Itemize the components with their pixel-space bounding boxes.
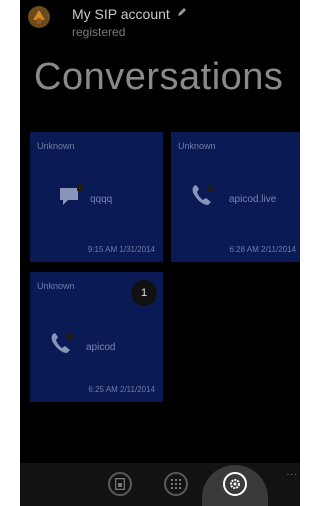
- settings-icon: [230, 479, 240, 489]
- settings-button[interactable]: [223, 472, 247, 496]
- phone-icon: [51, 333, 73, 353]
- phone-icon: [192, 185, 214, 205]
- tile-label: apicod: [86, 342, 116, 353]
- tile-label: apicod.live: [229, 194, 277, 205]
- dialpad-icon: [171, 479, 181, 489]
- unread-badge: 1: [131, 280, 157, 306]
- tile-timestamp: 9:15 AM 1/31/2014: [87, 245, 155, 254]
- tile-contact: Unknown: [178, 141, 216, 151]
- contacts-button[interactable]: [108, 472, 132, 496]
- account-header[interactable]: My SIP account registered: [20, 0, 300, 44]
- pencil-icon[interactable]: [177, 7, 187, 17]
- account-name: My SIP account: [72, 6, 170, 22]
- tile-timestamp: 6:25 AM 2/11/2014: [88, 385, 155, 394]
- account-status: registered: [72, 25, 126, 39]
- contacts-icon: [115, 478, 125, 490]
- message-icon: [60, 184, 84, 205]
- more-options[interactable]: ...: [287, 467, 298, 478]
- tile-label: qqqq: [90, 194, 113, 205]
- tile-timestamp: 6:28 AM 2/11/2014: [229, 245, 296, 254]
- app-bar: ...: [20, 463, 300, 506]
- sip-account-icon: [28, 6, 50, 28]
- phone-screen: My SIP account registered Conversations …: [20, 0, 300, 506]
- dialpad-button[interactable]: [164, 472, 188, 496]
- tile-contact: Unknown: [37, 281, 75, 291]
- page-title: Conversations: [34, 56, 284, 98]
- tile-contact: Unknown: [37, 141, 75, 151]
- conversation-tile[interactable]: Unknown apicod.live 6:28 AM 2/11/2014: [171, 132, 300, 262]
- conversation-tile[interactable]: Unknown 1 apicod 6:25 AM 2/11/2014: [30, 272, 163, 402]
- conversation-tile[interactable]: Unknown qqqq 9:15 AM 1/31/2014: [30, 132, 163, 262]
